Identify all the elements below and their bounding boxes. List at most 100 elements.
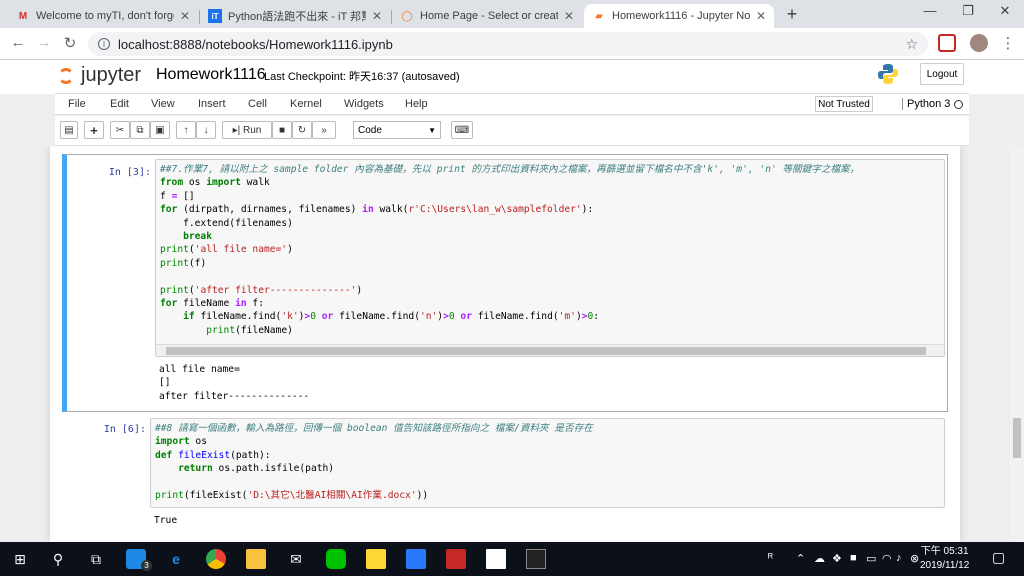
- terminal-icon[interactable]: [526, 549, 546, 569]
- profile-avatar[interactable]: [970, 34, 988, 52]
- jupyter-logo[interactable]: jupyter: [58, 64, 141, 87]
- wifi-icon[interactable]: ◠: [882, 552, 892, 565]
- window-close-icon[interactable]: ✕: [990, 3, 1020, 19]
- address-bar[interactable]: i localhost:8888/notebooks/Homework1116.…: [88, 32, 928, 56]
- close-icon[interactable]: ✕: [756, 9, 766, 23]
- info-icon[interactable]: i: [98, 38, 110, 50]
- cell-type-select[interactable]: Code ▼: [353, 121, 441, 139]
- minimize-icon[interactable]: —: [915, 3, 945, 18]
- volume-icon[interactable]: ♪: [896, 552, 902, 564]
- kernel-idle-icon: [954, 100, 963, 109]
- logout-button[interactable]: Logout: [920, 63, 964, 85]
- notebook-name[interactable]: Homework1116: [156, 66, 266, 84]
- clock-time: 下午 05:31: [920, 546, 969, 557]
- search-icon[interactable]: ⚲: [48, 549, 68, 569]
- run-icon: ▸|: [232, 124, 244, 136]
- menu-insert[interactable]: Insert: [198, 98, 226, 110]
- tray-chevron-icon[interactable]: ⌃: [796, 552, 805, 565]
- cell-input[interactable]: ##7.作業7, 請以附上之 sample folder 內容為基礎，先以 pr…: [155, 159, 945, 357]
- tab-strip: M Welcome to myTI, don't forget ✕ iT Pyt…: [0, 0, 1024, 28]
- scroll-thumb[interactable]: [166, 347, 926, 355]
- menu-file[interactable]: File: [68, 98, 86, 110]
- notification-badge: 3: [141, 560, 152, 571]
- battery-icon[interactable]: ▭: [866, 552, 876, 565]
- jupyter-logo-icon: [58, 67, 74, 84]
- chevron-down-icon: ▼: [428, 125, 436, 135]
- task-view-icon[interactable]: ⧉: [86, 549, 106, 569]
- browser-menu-icon[interactable]: ⋮: [998, 34, 1018, 52]
- bookmark-star-icon[interactable]: ☆: [905, 36, 918, 53]
- run-button[interactable]: ▸| Run: [222, 121, 272, 139]
- photos-icon[interactable]: [486, 549, 506, 569]
- paste-icon[interactable]: ▣: [150, 121, 170, 139]
- tab-mytl[interactable]: M Welcome to myTI, don't forget ✕: [8, 4, 198, 28]
- restart-run-all-icon[interactable]: »: [312, 121, 336, 139]
- action-center-icon[interactable]: ▢: [992, 549, 1005, 566]
- notebook-icon: ▰: [595, 10, 603, 22]
- tray-app-icon[interactable]: ■: [850, 552, 857, 564]
- horizontal-scrollbar[interactable]: [156, 344, 944, 356]
- menu-edit[interactable]: Edit: [110, 98, 129, 110]
- code-editor[interactable]: ##7.作業7, 請以附上之 sample folder 內容為基礎，先以 pr…: [156, 160, 944, 340]
- menu-help[interactable]: Help: [405, 98, 428, 110]
- cell-output: all file name= [] after filter----------…: [159, 364, 310, 402]
- code-cell-selected[interactable]: In [3]: ##7.作業7, 請以附上之 sample folder 內容為…: [62, 154, 948, 412]
- checkpoint-status: Last Checkpoint: 昨天16:37 (autosaved): [264, 71, 460, 83]
- restart-icon[interactable]: ↻: [292, 121, 312, 139]
- tab-ithelp[interactable]: iT Python語法跑不出來 - iT 邦幫忙 ✕: [200, 4, 390, 28]
- notebook-toolbar: ▤ + ✂ ⧉ ▣ ↑ ↓ ▸| Run ■ ↻ » Code ▼ ⌨: [55, 116, 969, 146]
- page-scrollbar[interactable]: [1010, 146, 1024, 542]
- sticky-notes-icon[interactable]: [366, 549, 386, 569]
- line-icon[interactable]: [326, 549, 346, 569]
- kernel-name: Python 3: [902, 98, 950, 110]
- windows-start-icon[interactable]: ⊞: [10, 549, 30, 569]
- chrome-icon[interactable]: [206, 549, 226, 569]
- cell-input[interactable]: ##8 請寫一個函數，輸入為路徑，回傳一個 boolean 值告知該路徑所指向之…: [150, 418, 945, 508]
- code-editor[interactable]: ##8 請寫一個函數，輸入為路徑，回傳一個 boolean 值告知該路徑所指向之…: [151, 419, 944, 505]
- notebook-scroll-area[interactable]: In [3]: ##7.作業7, 請以附上之 sample folder 內容為…: [0, 146, 1010, 542]
- edge-icon[interactable]: e: [166, 549, 186, 569]
- code-cell[interactable]: In [6]: ##8 請寫一個函數，輸入為路徑，回傳一個 boolean 值告…: [62, 416, 948, 536]
- close-icon[interactable]: ✕: [372, 9, 382, 23]
- restore-icon[interactable]: ❐: [953, 3, 983, 19]
- move-up-icon[interactable]: ↑: [176, 121, 196, 139]
- address-toolbar: ← → ↻ i localhost:8888/notebooks/Homewor…: [0, 28, 1024, 60]
- trust-indicator[interactable]: Not Trusted: [815, 96, 873, 112]
- security-app-icon[interactable]: [446, 549, 466, 569]
- dropbox-tray-icon[interactable]: ❖: [832, 552, 842, 565]
- cloud-icon[interactable]: ☁: [814, 552, 825, 565]
- close-icon[interactable]: ✕: [564, 9, 574, 23]
- tab-home-page[interactable]: ◯ Home Page - Select or create a ✕: [392, 4, 582, 28]
- browser-chrome: M Welcome to myTI, don't forget ✕ iT Pyt…: [0, 0, 1024, 60]
- move-down-icon[interactable]: ↓: [196, 121, 216, 139]
- taskbar-clock[interactable]: 下午 05:31 2019/11/12: [920, 545, 969, 573]
- command-palette-icon[interactable]: ⌨: [451, 121, 473, 139]
- dropbox-icon[interactable]: [406, 549, 426, 569]
- cell-prompt: In [3]:: [108, 167, 151, 178]
- reload-icon[interactable]: ↻: [60, 34, 80, 52]
- python-logo-icon: [878, 64, 898, 84]
- forward-icon[interactable]: →: [34, 34, 54, 51]
- tab-homework[interactable]: ▰ Homework1116 - Jupyter Note ✕: [584, 4, 774, 28]
- jupyter-icon: ◯: [401, 10, 413, 22]
- mail-icon[interactable]: ✉: [286, 549, 306, 569]
- menu-view[interactable]: View: [151, 98, 175, 110]
- cut-icon[interactable]: ✂: [110, 121, 130, 139]
- tab-title: Python語法跑不出來 - iT 邦幫忙: [228, 11, 366, 23]
- menu-cell[interactable]: Cell: [248, 98, 267, 110]
- save-icon[interactable]: ▤: [60, 121, 78, 139]
- new-tab-button[interactable]: +: [782, 4, 802, 25]
- back-icon[interactable]: ←: [8, 34, 28, 51]
- scroll-thumb[interactable]: [1013, 418, 1021, 458]
- menu-kernel[interactable]: Kernel: [290, 98, 322, 110]
- menu-bar: File Edit View Insert Cell Kernel Widget…: [55, 93, 969, 115]
- interrupt-icon[interactable]: ■: [272, 121, 292, 139]
- close-icon[interactable]: ✕: [180, 9, 190, 23]
- menu-widgets[interactable]: Widgets: [344, 98, 384, 110]
- insert-cell-icon[interactable]: +: [84, 121, 104, 139]
- ime-icon[interactable]: ⊗: [910, 552, 919, 565]
- people-icon[interactable]: ᴿ: [768, 552, 773, 564]
- extension-icon[interactable]: [938, 34, 956, 52]
- copy-icon[interactable]: ⧉: [130, 121, 150, 139]
- file-explorer-icon[interactable]: [246, 549, 266, 569]
